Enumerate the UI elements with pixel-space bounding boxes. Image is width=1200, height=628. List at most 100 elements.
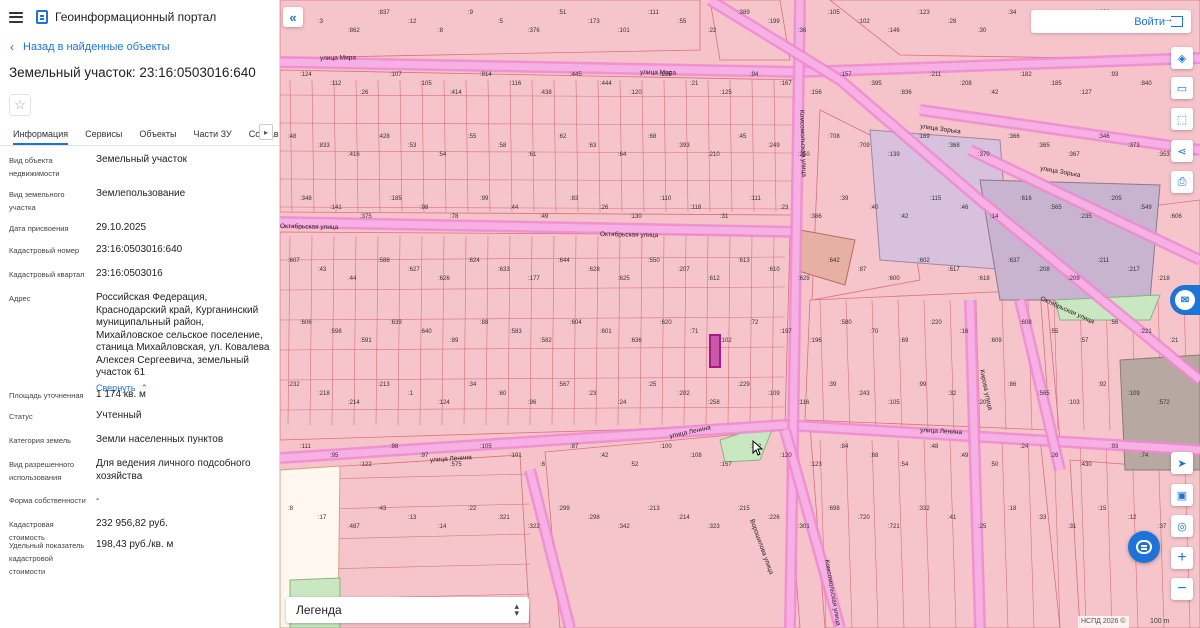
parcel-number-label: :40 [870,205,879,211]
parcel-number-label: :111 [300,444,311,450]
parcel-number-label: :56 [1110,320,1119,326]
parcel-number-label: :109 [768,391,780,397]
parcel-number-label: :45 [738,134,747,140]
parcel-number-label: :610 [768,267,780,273]
layers-icon[interactable]: ◈ [1171,47,1193,69]
parcel-number-label: :115 [930,196,942,202]
zoom-in-icon[interactable]: + [1171,547,1193,569]
parcel-number-label: :368 [948,143,960,149]
parcel-number-label: :167 [780,81,792,87]
parcel-number-label: :249 [768,143,780,149]
parcel-number-label: :575 [450,462,462,468]
parcel-number-label: :205 [1110,196,1122,202]
parcel-number-label: :588 [378,258,390,264]
parcel-number-label: :837 [378,10,390,16]
zoom-out-icon[interactable]: − [1171,578,1193,600]
parcel-number-label: :565 [1038,391,1050,397]
parcel-number-label: :393 [678,143,690,149]
parcel-number-label: :89 [450,338,459,344]
location-icon[interactable]: ◎ [1171,515,1193,537]
tab-parts[interactable]: Части ЗУ [194,129,232,145]
ruler-icon[interactable]: ▭ [1171,77,1193,99]
property-value: 23:16:0503016 [96,268,163,279]
parcel-number-label: :618 [978,276,990,282]
legend-dropdown[interactable]: Легенда ▴ ▾ [286,597,529,623]
share-icon[interactable]: ⋖ [1171,140,1193,162]
tab-info[interactable]: Информация [13,129,69,145]
parcel-number-label: :34 [468,382,477,388]
property-value: 1 174 кв. м [96,389,146,400]
property-label: Вид разрешенного использования [9,460,75,482]
parcel-number-label: :365 [1038,143,1050,149]
parcel-number-label: :108 [690,453,702,459]
parcel-number-label: :22 [708,28,717,34]
parcel-number-label: :721 [888,524,900,530]
parcel-number-label: :633 [498,267,510,273]
parcel-number-label: :444 [600,81,612,87]
parcel-block [544,429,801,628]
parcel-number-label: :31 [720,214,729,220]
parcel-number-label: :120 [630,90,642,96]
parcel-number-label: :862 [348,28,360,34]
select-area-icon[interactable]: ⬚ [1171,108,1193,130]
parcel-number-label: :698 [828,506,840,512]
panel-icon[interactable]: ▣ [1171,484,1193,506]
parcel-number-label: :61 [528,152,537,158]
parcel-number-label: :215 [738,506,750,512]
parcel-number-label: :48 [930,444,939,450]
chevron-left-icon: ‹ [10,40,14,54]
parcel-number-label: :5 [498,19,504,25]
parcel-number-label: :33 [1038,515,1047,521]
parcel-number-label: :98 [420,205,429,211]
favorite-star-icon[interactable]: ☆ [9,94,31,116]
parcel-number-label: :41 [948,515,957,521]
parcel-number-label: :25 [648,382,657,388]
map-canvas[interactable]: :830:3:862:837:12:8:9:5:376:51:173:101:1… [280,0,1200,628]
parcel-number-label: :26 [600,205,609,211]
parcel-number-label: :607 [288,258,300,264]
parcel-number-label: :833 [318,143,330,149]
parcel-number-label: :173 [588,19,600,25]
parcel-number-label: :44 [510,205,519,211]
assistant-button[interactable]: ✉ [1170,285,1200,315]
parcel-number-label: :604 [570,320,582,326]
parcel-number-label: :103 [1068,400,1080,406]
tab-objects[interactable]: Объекты [139,129,176,145]
parcel-number-label: :97 [420,453,429,459]
menu-icon[interactable] [9,11,23,23]
back-link-label: Назад в найденные объекты [23,41,170,53]
print-icon[interactable]: ⎙ [1171,171,1193,193]
tabs-scroll-right-icon[interactable]: ▸ [259,124,273,140]
parcel-number-label: :211 [930,72,942,78]
parcel-number-label: :54 [900,462,909,468]
back-link[interactable]: ‹ Назад в найденные объекты [0,34,279,60]
parcel-number-label: :124 [438,400,450,406]
portal-logo-icon [36,10,48,24]
parcel-number-label: :214 [678,515,690,521]
parcel-number-label: :23 [780,205,789,211]
property-label: Кадастровый квартал [9,270,85,279]
parcel-number-label: :169 [918,134,930,140]
parcel-number-label: :214 [348,400,360,406]
parcel-number-label: :156 [810,90,822,96]
app-header: Геоинформационный портал [0,0,279,34]
parcel-number-label: :116 [798,400,810,406]
parcel-number-label: :606 [1170,214,1182,220]
parcel-number-label: :122 [360,462,372,468]
parcel-number-label: :218 [1158,276,1170,282]
parcel-number-label: :376 [528,28,540,34]
login-button[interactable]: Войти [1031,10,1191,33]
parcel-number-label: :840 [1140,81,1152,87]
cadastral-map[interactable]: :830:3:862:837:12:8:9:5:376:51:173:101:1… [280,0,1200,628]
navigate-icon[interactable]: ➤ [1171,452,1193,474]
collapse-panel-button[interactable]: « [283,7,303,27]
parcel-number-label: :93 [1110,444,1119,450]
property-label: Статус [9,412,33,421]
parcel-number-label: :139 [888,152,900,158]
chat-button[interactable] [1128,531,1160,563]
parcel-number-label: :582 [540,338,552,344]
parcel-number-label: :52 [630,462,639,468]
parcel-number-label: :709 [858,143,870,149]
parcel-number-label: :14 [438,524,447,530]
tab-services[interactable]: Сервисы [85,129,122,145]
